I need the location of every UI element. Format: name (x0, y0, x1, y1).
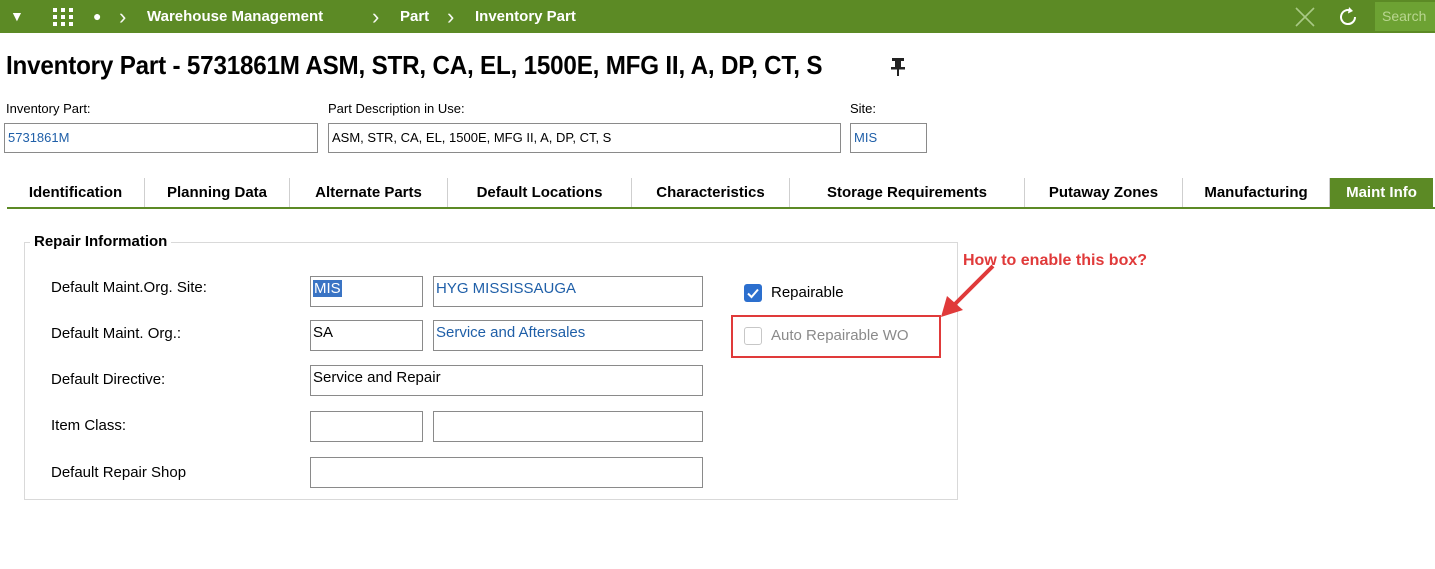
page-title: Inventory Part - 5731861M ASM, STR, CA, … (6, 50, 823, 80)
maint-org-code-field[interactable]: SA (310, 320, 423, 351)
close-icon[interactable] (1294, 6, 1316, 27)
chevron-right-icon: › (447, 4, 455, 29)
checkmark-icon (747, 288, 759, 299)
tab-storage-requirements[interactable]: Storage Requirements (790, 178, 1025, 207)
directive-label: Default Directive: (51, 371, 166, 388)
inventory-part-field[interactable]: 5731861M (4, 123, 318, 153)
maint-org-site-code-value: MIS (313, 280, 342, 297)
maint-org-site-code-field[interactable]: MIS (310, 276, 423, 307)
pin-icon[interactable] (890, 57, 906, 82)
tab-putaway-zones[interactable]: Putaway Zones (1025, 178, 1183, 207)
chevron-right-icon: › (372, 4, 380, 29)
tab-alternate-parts[interactable]: Alternate Parts (290, 178, 448, 207)
chevron-right-icon: › (119, 4, 127, 29)
annotation-arrow-icon (941, 264, 995, 317)
refresh-icon[interactable] (1336, 5, 1360, 27)
part-description-field[interactable]: ASM, STR, CA, EL, 1500E, MFG II, A, DP, … (328, 123, 841, 153)
repairable-label: Repairable (771, 284, 844, 301)
item-class-name-field[interactable] (433, 411, 703, 442)
repair-shop-label: Default Repair Shop (51, 464, 187, 481)
tab-characteristics[interactable]: Characteristics (632, 178, 790, 207)
tab-planning-data[interactable]: Planning Data (145, 178, 290, 207)
tab-identification[interactable]: Identification (7, 178, 145, 207)
breadcrumb-warehouse-management[interactable]: Warehouse Management (147, 0, 323, 33)
search-input[interactable]: Search (1375, 2, 1435, 31)
maint-org-label: Default Maint. Org.: (51, 325, 182, 342)
part-description-label: Part Description in Use: (328, 101, 465, 116)
tab-bar: Identification Planning Data Alternate P… (7, 178, 1435, 209)
maint-org-site-name-field[interactable]: HYG MISSISSAUGA (433, 276, 703, 307)
item-class-label: Item Class: (51, 417, 127, 434)
site-label: Site: (850, 101, 877, 116)
top-nav-bar: ▼ ● › Warehouse Management › Part › Inve… (0, 0, 1435, 33)
directive-field[interactable]: Service and Repair (310, 365, 703, 396)
app-grid-icon[interactable] (52, 6, 74, 26)
bullet-dot-icon: ● (93, 8, 102, 24)
repair-shop-field[interactable] (310, 457, 703, 488)
breadcrumb-inventory-part[interactable]: Inventory Part (475, 0, 576, 33)
tab-default-locations[interactable]: Default Locations (448, 178, 632, 207)
inventory-part-label: Inventory Part: (6, 101, 91, 116)
dropdown-caret-icon[interactable]: ▼ (10, 0, 24, 33)
maint-org-site-label: Default Maint.Org. Site: (51, 279, 207, 296)
breadcrumb-part[interactable]: Part (400, 0, 429, 33)
item-class-code-field[interactable] (310, 411, 423, 442)
repairable-checkbox[interactable] (744, 284, 762, 302)
maint-org-name-field[interactable]: Service and Aftersales (433, 320, 703, 351)
annotation-highlight-box (731, 315, 941, 358)
site-field[interactable]: MIS (850, 123, 927, 153)
repair-information-title: Repair Information (30, 233, 172, 250)
tab-maint-info[interactable]: Maint Info (1330, 178, 1433, 207)
tab-manufacturing[interactable]: Manufacturing (1183, 178, 1330, 207)
